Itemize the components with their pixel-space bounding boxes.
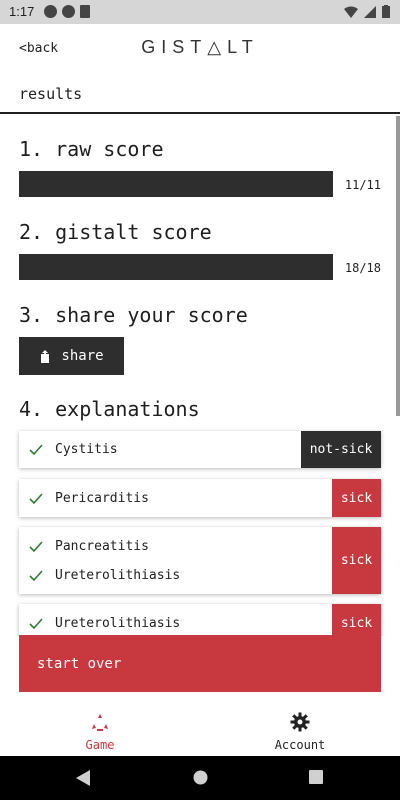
explanation-item: Ureterolithiasis — [29, 568, 180, 583]
scrollbar[interactable] — [396, 116, 400, 416]
share-button[interactable]: share — [19, 337, 124, 375]
raw-score-value: 11/11 — [344, 178, 381, 192]
status-right — [344, 5, 390, 18]
gear-icon — [290, 712, 310, 732]
status-bar: 1:17 — [0, 0, 400, 24]
home-icon[interactable] — [193, 770, 208, 785]
nav-game-label: Game — [85, 738, 115, 752]
signal-icon — [364, 5, 376, 18]
nav-account-label: Account — [274, 738, 326, 752]
verdict-tag: sick — [332, 527, 381, 594]
gistalt-score-value: 18/18 — [344, 261, 381, 275]
nav-account[interactable]: Account — [200, 704, 400, 756]
explanation-label: Ureterolithiasis — [55, 568, 181, 583]
explanation-item: Ureterolithiasis — [29, 616, 180, 631]
app-header: <back GIST△LT results — [0, 24, 400, 114]
check-icon — [29, 492, 43, 504]
raw-score-bar — [19, 171, 333, 197]
explanation-card[interactable]: Cystitis not-sick — [19, 431, 381, 468]
explanation-label: Ureterolithiasis — [55, 616, 181, 631]
battery-icon — [382, 5, 390, 18]
verdict-tag: sick — [332, 604, 381, 636]
sd-card-icon — [80, 5, 90, 18]
notification-icon — [44, 5, 57, 18]
explanation-label: Pancreatitis — [55, 539, 149, 554]
gistalt-score-heading: 2. gistalt score — [19, 220, 212, 244]
verdict-tag: sick — [332, 479, 381, 517]
share-heading: 3. share your score — [19, 303, 248, 327]
status-time: 1:17 — [9, 4, 35, 19]
check-icon — [29, 617, 43, 629]
recents-icon[interactable] — [309, 770, 323, 784]
explanations-heading: 4. explanations — [19, 397, 200, 421]
start-over-button[interactable]: start over — [19, 635, 381, 692]
explanation-item: Cystitis — [29, 442, 118, 457]
explanation-item: Pericarditis — [29, 491, 149, 506]
wifi-icon — [344, 6, 358, 18]
raw-score-fill — [19, 171, 333, 197]
explanation-card[interactable]: Pericarditis sick — [19, 479, 381, 517]
game-icon — [92, 714, 108, 731]
results-content[interactable]: 1. raw score 11/11 2. gistalt score 18/1… — [0, 116, 400, 636]
bottom-nav: Game Account — [0, 704, 400, 756]
explanation-label: Pericarditis — [55, 491, 149, 506]
gistalt-score-bar — [19, 254, 333, 280]
share-button-label: share — [61, 348, 104, 364]
back-icon[interactable] — [76, 770, 90, 786]
check-icon — [29, 443, 43, 455]
nav-game[interactable]: Game — [0, 704, 200, 756]
check-icon — [29, 540, 43, 552]
raw-score-heading: 1. raw score — [19, 137, 164, 161]
notification-icons — [44, 5, 90, 18]
explanation-card[interactable]: Ureterolithiasis sick — [19, 604, 381, 636]
share-icon — [41, 349, 50, 363]
system-nav-bar — [0, 756, 400, 800]
explanation-label: Cystitis — [55, 442, 118, 457]
explanation-card[interactable]: Pancreatitis Ureterolithiasis sick — [19, 527, 381, 594]
brand-logo: GIST△LT — [141, 37, 259, 57]
verdict-tag: not-sick — [301, 431, 381, 468]
explanation-item: Pancreatitis — [29, 539, 149, 554]
check-icon — [29, 569, 43, 581]
gistalt-score-fill — [19, 254, 333, 280]
notification-icon — [62, 5, 75, 18]
page-title: results — [19, 85, 83, 103]
